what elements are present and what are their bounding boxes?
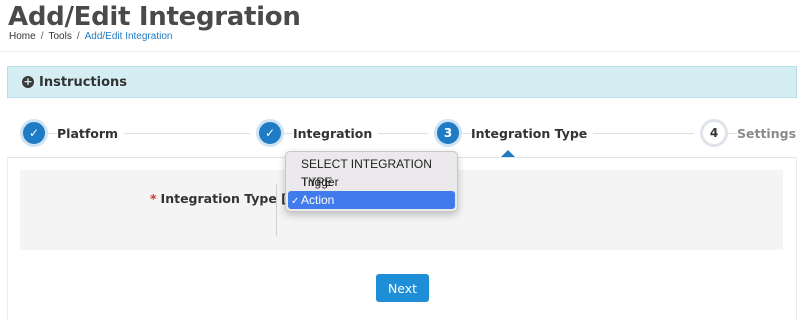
step-label-integration: Integration [293,125,379,141]
page-title: Add/Edit Integration [8,2,301,32]
wizard-step-integration[interactable]: ✓ Integration [250,119,379,147]
check-icon: ✓ [291,196,300,207]
field-divider [276,184,277,236]
header-divider [0,51,800,52]
dropdown-option-trigger[interactable]: Trigger [288,173,455,191]
breadcrumb-current[interactable]: Add/Edit Integration [85,31,173,42]
breadcrumb: Home / Tools / Add/Edit Integration [9,31,172,42]
step-label-platform: Platform [57,125,125,141]
breadcrumb-tools[interactable]: Tools [48,31,71,42]
dropdown-option-action-label: Action [301,193,335,207]
wizard-step-settings[interactable]: 4 Settings [694,119,800,147]
wizard-step-integration-type[interactable]: 3 Integration Type [428,119,594,147]
step-number-badge: 3 [434,119,462,147]
check-icon: ✓ [20,119,48,147]
integration-type-label-text[interactable]: Integration Type [?] [161,191,300,206]
breadcrumb-separator: / [76,31,80,42]
required-marker: * [150,191,157,206]
next-button[interactable]: Next [376,274,429,302]
instructions-panel[interactable]: + Instructions [7,66,797,98]
step-label-settings: Settings [737,125,800,141]
breadcrumb-home[interactable]: Home [9,31,36,42]
wizard-progress-line [40,133,760,134]
step-number-badge: 4 [700,119,728,147]
plus-circle-icon: + [22,75,34,88]
step-label-integration-type: Integration Type [471,125,594,141]
integration-type-dropdown[interactable]: SELECT INTEGRATION TYPE Trigger ✓ Action [285,151,458,212]
integration-type-label: * Integration Type [?] [150,191,300,206]
dropdown-option-action[interactable]: ✓ Action [288,191,455,209]
instructions-label: Instructions [39,74,128,90]
wizard-step-platform[interactable]: ✓ Platform [20,119,125,147]
active-step-arrow-icon [501,150,515,157]
breadcrumb-separator: / [40,31,44,42]
dropdown-option-placeholder[interactable]: SELECT INTEGRATION TYPE [288,155,455,189]
check-icon: ✓ [256,119,284,147]
